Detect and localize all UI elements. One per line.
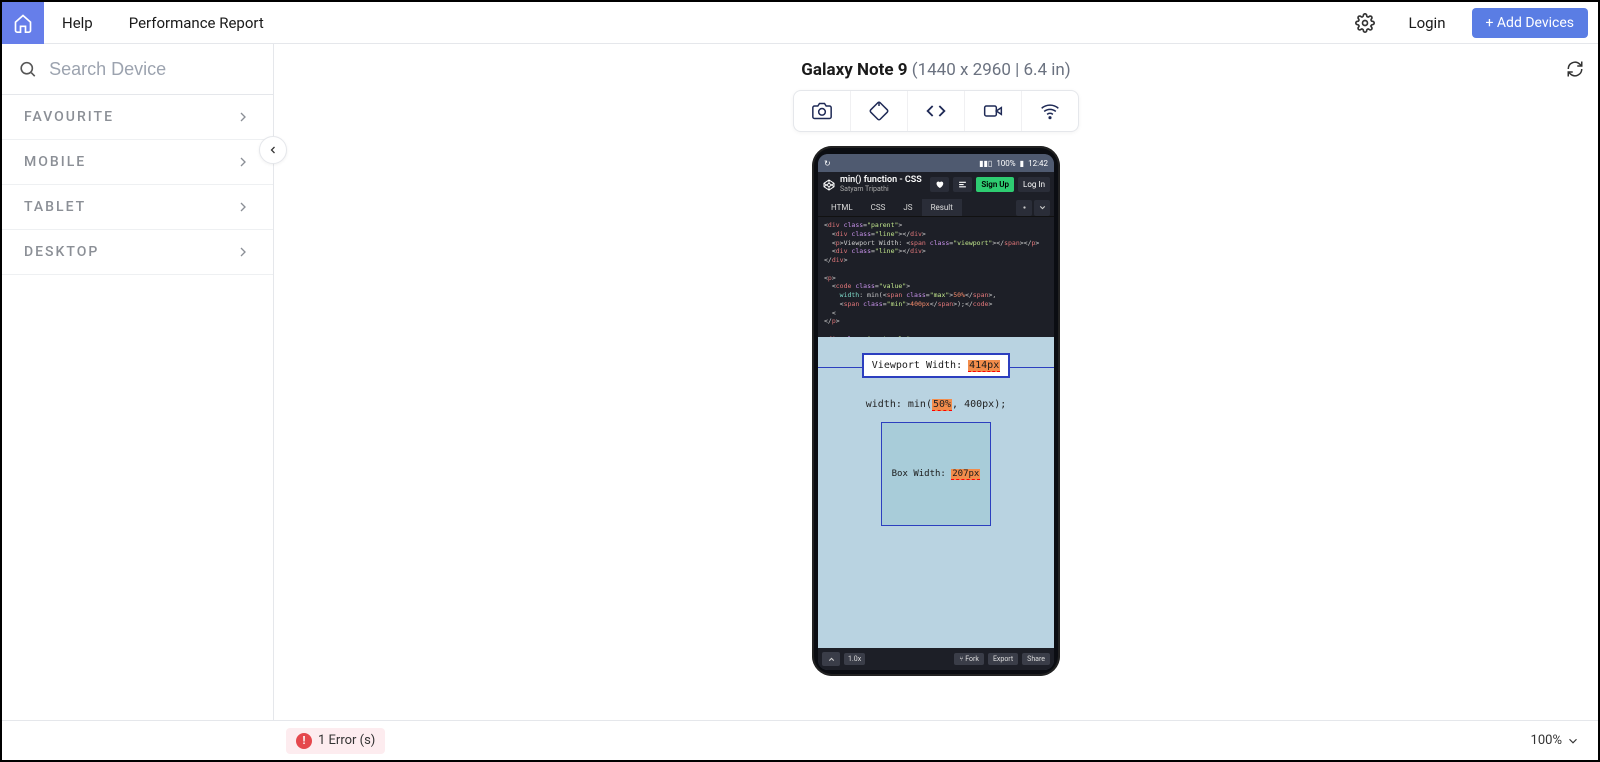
chevron-right-icon — [235, 109, 251, 125]
screenshot-button[interactable] — [794, 91, 851, 131]
device-name: Galaxy Note 9 — [801, 60, 911, 80]
share-button[interactable]: Share — [1022, 653, 1050, 665]
search-input[interactable] — [49, 59, 257, 80]
search-row — [2, 44, 273, 95]
gear-icon — [1355, 13, 1375, 33]
main-area: Galaxy Note 9 (1440 x 2960 | 6.4 in) — [274, 44, 1598, 720]
code-panel: <div class="parent"> <div class="line"><… — [818, 217, 1054, 337]
category-label: TABLET — [24, 199, 86, 215]
phone-statusbar: ↻ ▮▮▯ 100% ▮ 12:42 — [818, 154, 1054, 172]
tab-html[interactable]: HTML — [822, 199, 862, 216]
loading-icon: ↻ — [824, 159, 831, 168]
wifi-icon — [1040, 101, 1060, 121]
login-button-pen[interactable]: Log In — [1018, 177, 1050, 192]
help-link[interactable]: Help — [44, 14, 111, 32]
box-width-value: 207px — [951, 469, 980, 480]
codepen-footer: 1.0x ⑂ Fork Export Share — [818, 648, 1054, 670]
tab-result[interactable]: Result — [922, 199, 962, 216]
category-desktop[interactable]: DESKTOP — [2, 230, 273, 275]
devtools-button[interactable] — [908, 91, 965, 131]
code-line: width: min(50%, 400px); — [866, 399, 1006, 410]
refresh-icon — [1566, 60, 1584, 78]
category-mobile[interactable]: MOBILE — [2, 140, 273, 185]
error-count: 1 Error (s) — [318, 733, 375, 748]
chevron-left-icon — [267, 144, 279, 156]
performance-report-link[interactable]: Performance Report — [111, 14, 282, 32]
chevron-right-icon — [235, 199, 251, 215]
tab-dropdown-button[interactable] — [1034, 200, 1050, 216]
category-tablet[interactable]: TABLET — [2, 185, 273, 230]
add-devices-button[interactable]: + Add Devices — [1472, 8, 1589, 38]
viewport-width-box: Viewport Width: 414px — [862, 353, 1010, 378]
box-width-box: Box Width: 207px — [881, 422, 991, 526]
fork-button[interactable]: ⑂ Fork — [954, 653, 984, 665]
code-icon — [926, 101, 946, 121]
device-header: Galaxy Note 9 (1440 x 2960 | 6.4 in) — [274, 44, 1598, 88]
chevron-right-icon — [235, 244, 251, 260]
menu-icon — [958, 180, 967, 189]
device-frame: ↻ ▮▮▯ 100% ▮ 12:42 min() function - CSS … — [812, 146, 1060, 676]
tab-js[interactable]: JS — [894, 199, 921, 216]
export-button[interactable]: Export — [988, 653, 1018, 665]
viewport-width-value: 414px — [968, 360, 1000, 372]
device-screen[interactable]: ↻ ▮▮▯ 100% ▮ 12:42 min() function - CSS … — [818, 154, 1054, 670]
login-button[interactable]: Login — [1389, 14, 1466, 32]
battery-icon: ▮ — [1020, 159, 1024, 168]
camera-icon — [812, 101, 832, 121]
codepen-logo-icon — [822, 178, 836, 192]
error-indicator[interactable]: ! 1 Error (s) — [286, 728, 385, 754]
zoom-control[interactable]: 100% — [1531, 733, 1586, 748]
settings-button[interactable] — [1341, 13, 1389, 33]
category-label: DESKTOP — [24, 244, 99, 260]
battery-text: 100% — [996, 159, 1015, 168]
chevron-right-icon — [235, 154, 251, 170]
pen-author: Satyam Tripathi — [840, 185, 926, 193]
category-label: MOBILE — [24, 154, 86, 170]
chevron-up-icon — [827, 655, 836, 664]
zoom-value: 100% — [1531, 733, 1562, 748]
gear-icon — [1020, 203, 1029, 212]
top-bar: Help Performance Report Login + Add Devi… — [2, 2, 1598, 44]
device-toolbar — [274, 90, 1598, 132]
result-panel: Viewport Width: 414px width: min(50%, 40… — [818, 337, 1054, 648]
sidebar: FAVOURITE MOBILE TABLET DESKTOP — [2, 44, 274, 720]
signal-icon: ▮▮▯ — [979, 159, 992, 168]
category-label: FAVOURITE — [24, 109, 114, 125]
rotate-icon — [869, 101, 889, 121]
codepen-tabs: HTML CSS JS Result — [818, 197, 1054, 217]
status-bar: ! 1 Error (s) 100% — [2, 720, 1598, 760]
error-icon: ! — [296, 733, 312, 749]
rotate-button[interactable] — [851, 91, 908, 131]
video-icon — [983, 101, 1003, 121]
signup-button[interactable]: Sign Up — [976, 177, 1014, 192]
chevron-down-icon — [1566, 734, 1580, 748]
heart-icon — [935, 180, 944, 189]
chevron-down-icon — [1038, 203, 1047, 212]
search-icon — [18, 58, 37, 80]
scale-indicator[interactable]: 1.0x — [844, 653, 865, 665]
device-dimensions: (1440 x 2960 | 6.4 in) — [912, 60, 1071, 80]
category-favourite[interactable]: FAVOURITE — [2, 95, 273, 140]
heart-button[interactable] — [930, 177, 949, 192]
record-button[interactable] — [965, 91, 1022, 131]
console-toggle[interactable] — [822, 652, 840, 666]
pen-title: min() function - CSS — [840, 176, 926, 185]
tab-settings-button[interactable] — [1016, 200, 1032, 216]
home-icon — [13, 13, 33, 33]
refresh-button[interactable] — [1566, 60, 1584, 78]
collapse-sidebar-button[interactable] — [259, 136, 287, 164]
view-button[interactable] — [953, 177, 972, 192]
tab-css[interactable]: CSS — [862, 199, 895, 216]
codepen-header: min() function - CSS Satyam Tripathi Sig… — [818, 172, 1054, 197]
home-button[interactable] — [2, 2, 44, 44]
network-button[interactable] — [1022, 91, 1078, 131]
clock-text: 12:42 — [1028, 159, 1048, 168]
